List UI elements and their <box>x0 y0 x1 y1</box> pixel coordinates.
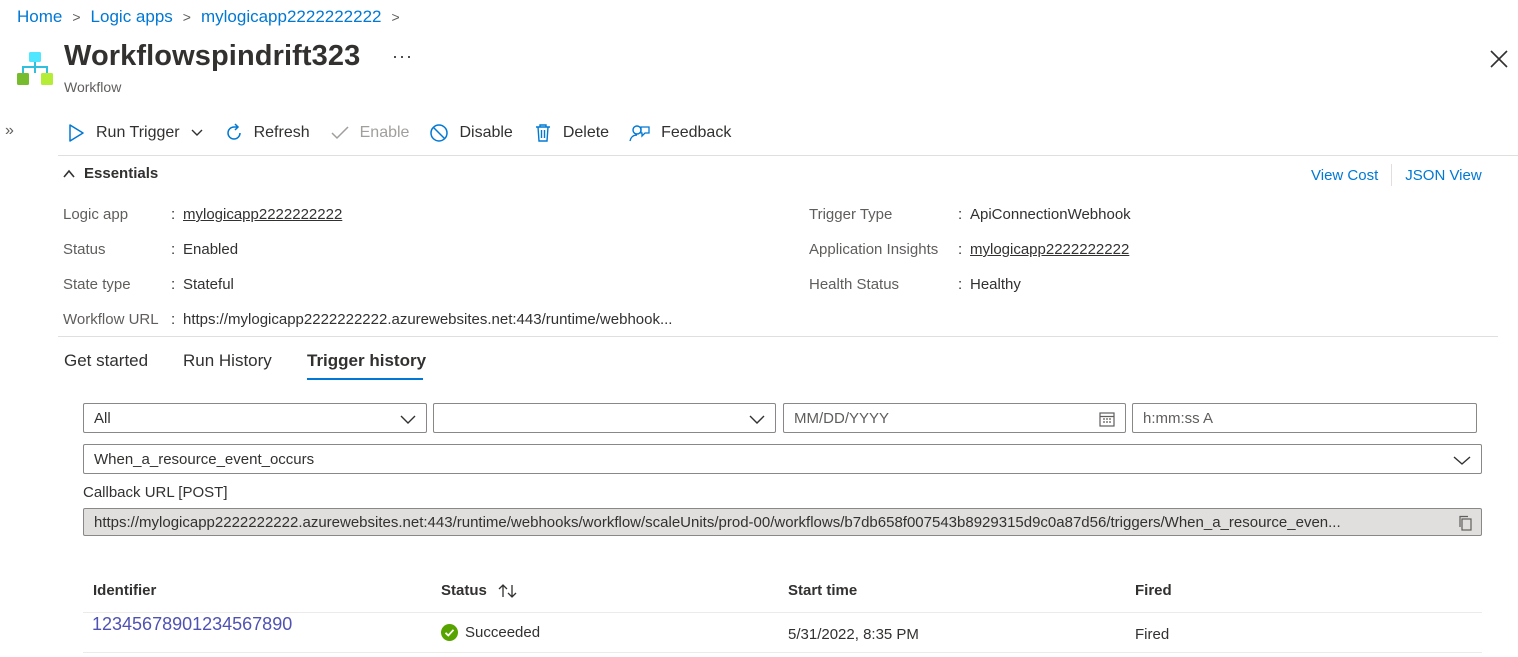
close-icon[interactable] <box>1488 48 1510 70</box>
callback-url-value: https://mylogicapp2222222222.azurewebsit… <box>94 513 1341 531</box>
breadcrumb-logic-apps[interactable]: Logic apps <box>91 7 173 27</box>
chevron-down-icon <box>191 129 203 136</box>
command-bar: Run Trigger Refresh Enable Disable Delet… <box>66 118 751 148</box>
chevron-down-icon <box>1453 456 1471 465</box>
property-label-app-insights: Application Insights <box>809 241 939 258</box>
expand-sidebar-icon[interactable]: » <box>5 122 14 140</box>
health-status-value: Healthy <box>970 276 1021 293</box>
workflow-url-value: https://mylogicapp2222222222.azurewebsit… <box>183 311 673 328</box>
column-header-start-time: Start time <box>788 582 858 599</box>
refresh-button[interactable]: Refresh <box>224 118 310 148</box>
property-colon: : <box>958 276 963 293</box>
property-label-trigger-type: Trigger Type <box>809 206 893 223</box>
refresh-icon <box>226 123 241 140</box>
tab-get-started[interactable]: Get started <box>64 351 148 371</box>
property-label-status: Status <box>63 241 106 258</box>
divider <box>83 612 1482 613</box>
trigger-type-value: ApiConnectionWebhook <box>970 206 1131 223</box>
feedback-button[interactable]: Feedback <box>629 118 731 148</box>
essentials-label: Essentials <box>84 165 159 182</box>
identifier-link[interactable]: 12345678901234567890 <box>92 614 292 635</box>
status-value: Enabled <box>183 241 239 258</box>
workflow-icon <box>17 52 53 85</box>
copy-icon[interactable] <box>1457 515 1473 531</box>
divider <box>83 652 1482 653</box>
start-time-cell: 5/31/2022, 8:35 PM <box>788 626 919 643</box>
divider <box>58 155 1518 156</box>
trigger-dropdown[interactable]: When_a_resource_event_occurs <box>83 444 1482 474</box>
tab-run-history[interactable]: Run History <box>183 351 272 371</box>
active-tab-indicator <box>307 378 423 380</box>
status-cell: Succeeded <box>441 624 540 641</box>
column-header-status[interactable]: Status <box>441 582 519 599</box>
view-links: View Cost JSON View <box>1311 164 1482 186</box>
view-cost-link[interactable]: View Cost <box>1311 167 1378 184</box>
disable-label: Disable <box>459 124 513 141</box>
enable-button[interactable]: Enable <box>330 118 410 148</box>
column-header-status-label: Status <box>441 582 487 599</box>
run-trigger-label: Run Trigger <box>96 124 180 141</box>
delete-label: Delete <box>562 124 610 141</box>
date-placeholder: MM/DD/YYYY <box>794 409 890 427</box>
status-filter-dropdown[interactable]: All <box>83 403 427 433</box>
chevron-right-icon: > <box>72 9 81 25</box>
property-colon: : <box>171 276 176 293</box>
chevron-down-icon <box>400 415 416 424</box>
column-header-fired: Fired <box>1135 582 1172 599</box>
feedback-label: Feedback <box>661 124 732 141</box>
trash-icon <box>535 124 550 142</box>
breadcrumb-logic-app[interactable]: mylogicapp2222222222 <box>201 7 382 27</box>
chevron-right-icon: > <box>391 9 400 25</box>
refresh-label: Refresh <box>253 124 310 141</box>
breadcrumb: Home > Logic apps > mylogicapp2222222222… <box>17 6 410 28</box>
divider <box>1391 164 1393 186</box>
play-icon <box>69 124 84 142</box>
status-filter-value: All <box>94 409 111 427</box>
disable-button[interactable]: Disable <box>429 118 513 148</box>
trigger-dropdown-value: When_a_resource_event_occurs <box>94 450 315 468</box>
success-check-icon <box>441 624 458 641</box>
date-picker[interactable]: MM/DD/YYYY <box>783 403 1126 433</box>
column-header-identifier: Identifier <box>93 582 157 599</box>
chevron-down-icon <box>749 415 765 424</box>
property-label-state-type: State type <box>63 276 131 293</box>
breadcrumb-home[interactable]: Home <box>17 7 62 27</box>
callback-url-label: Callback URL [POST] <box>83 484 228 501</box>
app-insights-link[interactable]: mylogicapp2222222222 <box>970 241 1129 258</box>
enable-label: Enable <box>359 124 410 141</box>
json-view-link[interactable]: JSON View <box>1405 167 1481 184</box>
tab-trigger-history[interactable]: Trigger history <box>307 351 426 371</box>
property-colon: : <box>171 241 176 258</box>
chevron-up-icon <box>63 169 75 178</box>
fired-cell: Fired <box>1135 626 1170 643</box>
property-label-workflow-url: Workflow URL <box>63 311 159 328</box>
divider <box>58 336 1498 337</box>
property-colon: : <box>171 206 176 223</box>
logic-app-link[interactable]: mylogicapp2222222222 <box>183 206 342 223</box>
chevron-right-icon: > <box>182 9 191 25</box>
status-cell-text: Succeeded <box>465 624 541 641</box>
feedback-icon <box>629 125 650 142</box>
page-subtitle: Workflow <box>64 79 122 95</box>
secondary-filter-dropdown[interactable] <box>433 403 776 433</box>
callback-url-field[interactable]: https://mylogicapp2222222222.azurewebsit… <box>83 508 1482 536</box>
checkmark-icon <box>331 126 349 140</box>
calendar-icon[interactable] <box>1099 411 1115 427</box>
sort-icon[interactable] <box>497 583 519 599</box>
property-label-logic-app: Logic app <box>63 206 129 223</box>
state-type-value: Stateful <box>183 276 234 293</box>
property-colon: : <box>958 206 963 223</box>
essentials-toggle[interactable]: Essentials <box>62 165 158 182</box>
delete-button[interactable]: Delete <box>533 118 609 148</box>
time-placeholder: h:mm:ss A <box>1143 409 1214 427</box>
page-title: Workflowspindrift323 <box>64 40 361 72</box>
time-input[interactable]: h:mm:ss A <box>1132 403 1477 433</box>
property-colon: : <box>171 311 176 328</box>
block-icon <box>430 124 449 142</box>
run-trigger-button[interactable]: Run Trigger <box>66 118 204 148</box>
more-options-icon[interactable]: ··· <box>392 46 413 67</box>
property-label-health-status: Health Status <box>809 276 900 293</box>
property-colon: : <box>958 241 963 258</box>
